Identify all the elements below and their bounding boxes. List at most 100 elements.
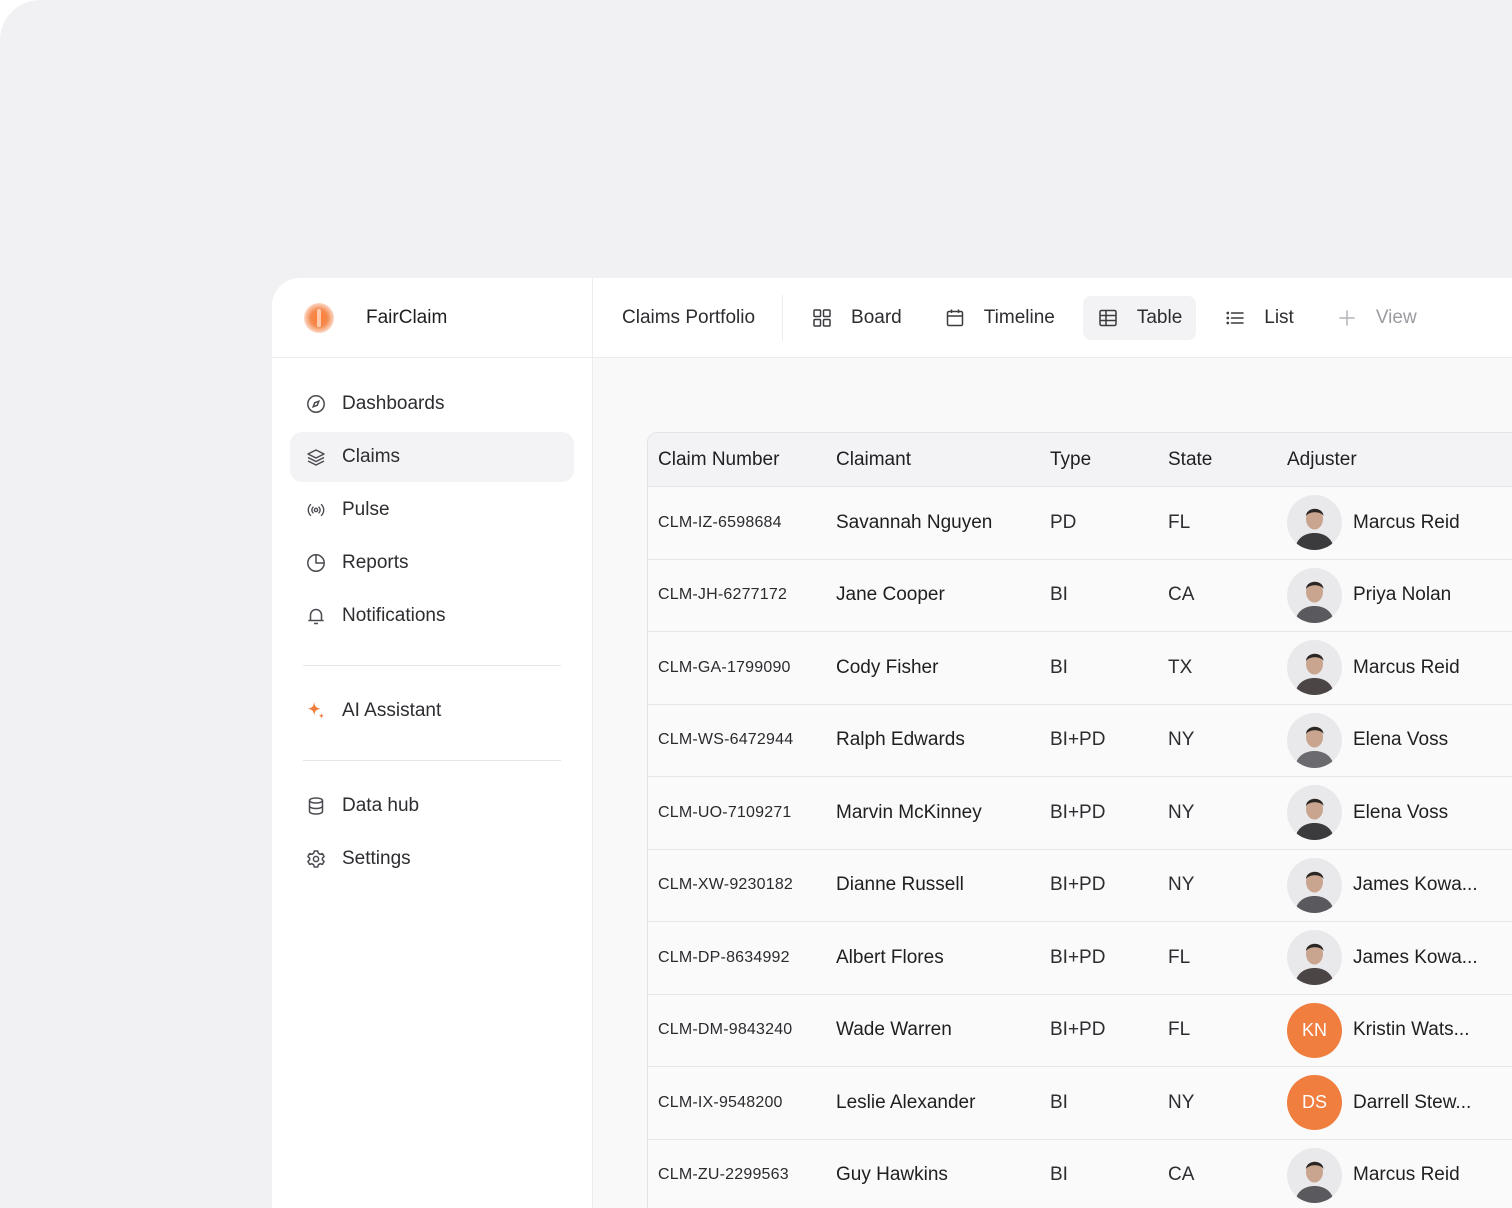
tab-label: List (1264, 306, 1294, 328)
sidebar-item-notifications[interactable]: Notifications (290, 591, 574, 641)
adjuster-cell: Elena Voss (1287, 712, 1512, 768)
pie-chart-icon (306, 553, 326, 573)
sidebar-item-label: Data hub (342, 795, 420, 816)
claimant-cell: Jane Cooper (836, 584, 945, 606)
claim-number-cell: CLM-IZ-6598684 (658, 513, 782, 531)
avatar (1287, 857, 1342, 913)
claim-number-cell: CLM-DM-9843240 (658, 1021, 793, 1039)
column-header-claimant[interactable]: Claimant (836, 449, 1050, 471)
table-row[interactable]: CLM-GA-1799090 Cody Fisher BI TX Marcus … (648, 632, 1512, 705)
table-row[interactable]: CLM-IZ-6598684 Savannah Nguyen PD FL Mar… (648, 487, 1512, 560)
sidebar-divider (303, 665, 561, 666)
gear-icon (306, 849, 326, 869)
avatar (1287, 930, 1342, 986)
claim-number-cell: CLM-WS-6472944 (658, 731, 794, 749)
sidebar-item-reports[interactable]: Reports (290, 538, 574, 588)
sparkle-icon (306, 701, 326, 721)
sidebar-item-label: Pulse (342, 499, 390, 520)
compass-icon (306, 394, 326, 414)
state-cell: NY (1168, 874, 1195, 896)
table-icon (1097, 307, 1119, 329)
state-cell: CA (1168, 584, 1195, 606)
avatar: KN (1287, 1002, 1342, 1058)
page-title: Claims Portfolio (622, 294, 784, 341)
table-row[interactable]: CLM-XW-9230182 Dianne Russell BI+PD NY J… (648, 849, 1512, 922)
broadcast-icon (306, 500, 326, 520)
table-row[interactable]: CLM-DP-8634992 Albert Flores BI+PD FL Ja… (648, 922, 1512, 995)
tab-label: Board (851, 306, 902, 328)
sidebar-item-claims[interactable]: Claims (290, 432, 574, 482)
avatar (1287, 712, 1342, 768)
claimant-cell: Savannah Nguyen (836, 511, 993, 533)
avatar-photo (1287, 567, 1342, 623)
calendar-icon (944, 307, 966, 329)
state-cell: TX (1168, 656, 1193, 678)
column-header-adjuster[interactable]: Adjuster (1287, 449, 1512, 471)
adjuster-name: Elena Voss (1353, 729, 1449, 751)
adjuster-cell: James Kowa... (1287, 930, 1512, 986)
claims-table: Claim Number Claimant Type State Adjuste… (647, 432, 1512, 1208)
grid-icon (811, 307, 833, 329)
state-cell: FL (1168, 1019, 1191, 1041)
tab-label: Table (1136, 306, 1183, 328)
claimant-cell: Marvin McKinney (836, 801, 982, 823)
claim-number-cell: CLM-XW-9230182 (658, 876, 794, 894)
claimant-cell: Dianne Russell (836, 874, 964, 896)
table-row[interactable]: CLM-WS-6472944 Ralph Edwards BI+PD NY El… (648, 704, 1512, 777)
sidebar-item-dashboards[interactable]: Dashboards (290, 379, 574, 429)
sidebar: FairClaim Dashboards Claims Pulse Report… (272, 278, 593, 1208)
sidebar-nav: Dashboards Claims Pulse Reports Notifica… (272, 358, 592, 884)
sidebar-item-ai-assistant[interactable]: AI Assistant (290, 686, 574, 736)
tab-board[interactable]: Board (797, 296, 916, 340)
claimant-cell: Guy Hawkins (836, 1164, 948, 1186)
sidebar-item-label: Claims (342, 446, 401, 467)
tab-label: Timeline (983, 306, 1055, 328)
state-cell: NY (1168, 1091, 1195, 1113)
claim-number-cell: CLM-UO-7109271 (658, 803, 792, 821)
adjuster-name: Darrell Stew... (1353, 1091, 1472, 1113)
top-bar: Claims Portfolio Board Timeline Table Li… (593, 278, 1512, 358)
state-cell: FL (1168, 511, 1191, 533)
tab-table[interactable]: Table (1082, 295, 1197, 340)
type-cell: BI (1050, 1164, 1068, 1186)
add-view-button[interactable]: View (1322, 296, 1431, 340)
claim-number-cell: CLM-JH-6277172 (658, 586, 788, 604)
column-header-state[interactable]: State (1168, 449, 1287, 471)
adjuster-name: Marcus Reid (1353, 511, 1460, 533)
brand-logo-icon (304, 302, 334, 333)
column-header-type[interactable]: Type (1050, 449, 1168, 471)
claimant-cell: Albert Flores (836, 946, 944, 968)
adjuster-name: Elena Voss (1353, 801, 1449, 823)
adjuster-cell: James Kowa... (1287, 857, 1512, 913)
table-row[interactable]: CLM-UO-7109271 Marvin McKinney BI+PD NY … (648, 777, 1512, 850)
adjuster-cell: Priya Nolan (1287, 567, 1512, 623)
adjuster-name: Marcus Reid (1353, 656, 1460, 678)
state-cell: FL (1168, 946, 1191, 968)
tab-timeline[interactable]: Timeline (930, 296, 1069, 340)
table-row[interactable]: CLM-JH-6277172 Jane Cooper BI CA Priya N… (648, 559, 1512, 632)
avatar-photo (1287, 712, 1342, 768)
tab-list[interactable]: List (1210, 296, 1308, 340)
table-row[interactable]: CLM-DM-9843240 Wade Warren BI+PD FL KN K… (648, 994, 1512, 1067)
avatar-photo (1287, 930, 1342, 986)
column-header-claim-number[interactable]: Claim Number (648, 449, 836, 471)
app-window: FairClaim Dashboards Claims Pulse Report… (272, 278, 1512, 1208)
sidebar-item-label: Notifications (342, 605, 446, 626)
adjuster-name: James Kowa... (1353, 874, 1478, 896)
table-row[interactable]: CLM-IX-9548200 Leslie Alexander BI NY DS… (648, 1067, 1512, 1140)
list-icon (1224, 307, 1246, 329)
claimant-cell: Leslie Alexander (836, 1091, 976, 1113)
sidebar-item-settings[interactable]: Settings (290, 834, 574, 884)
claimant-cell: Cody Fisher (836, 656, 939, 678)
sidebar-item-pulse[interactable]: Pulse (290, 485, 574, 535)
layers-icon (306, 447, 326, 467)
adjuster-cell: Elena Voss (1287, 785, 1512, 841)
avatar: DS (1287, 1075, 1342, 1131)
adjuster-cell: Marcus Reid (1287, 495, 1512, 551)
sidebar-item-data-hub[interactable]: Data hub (290, 781, 574, 831)
adjuster-cell: DS Darrell Stew... (1287, 1075, 1512, 1131)
sidebar-divider (303, 760, 561, 761)
claim-number-cell: CLM-DP-8634992 (658, 948, 790, 966)
avatar (1287, 567, 1342, 623)
table-row[interactable]: CLM-ZU-2299563 Guy Hawkins BI CA Marcus … (648, 1139, 1512, 1208)
